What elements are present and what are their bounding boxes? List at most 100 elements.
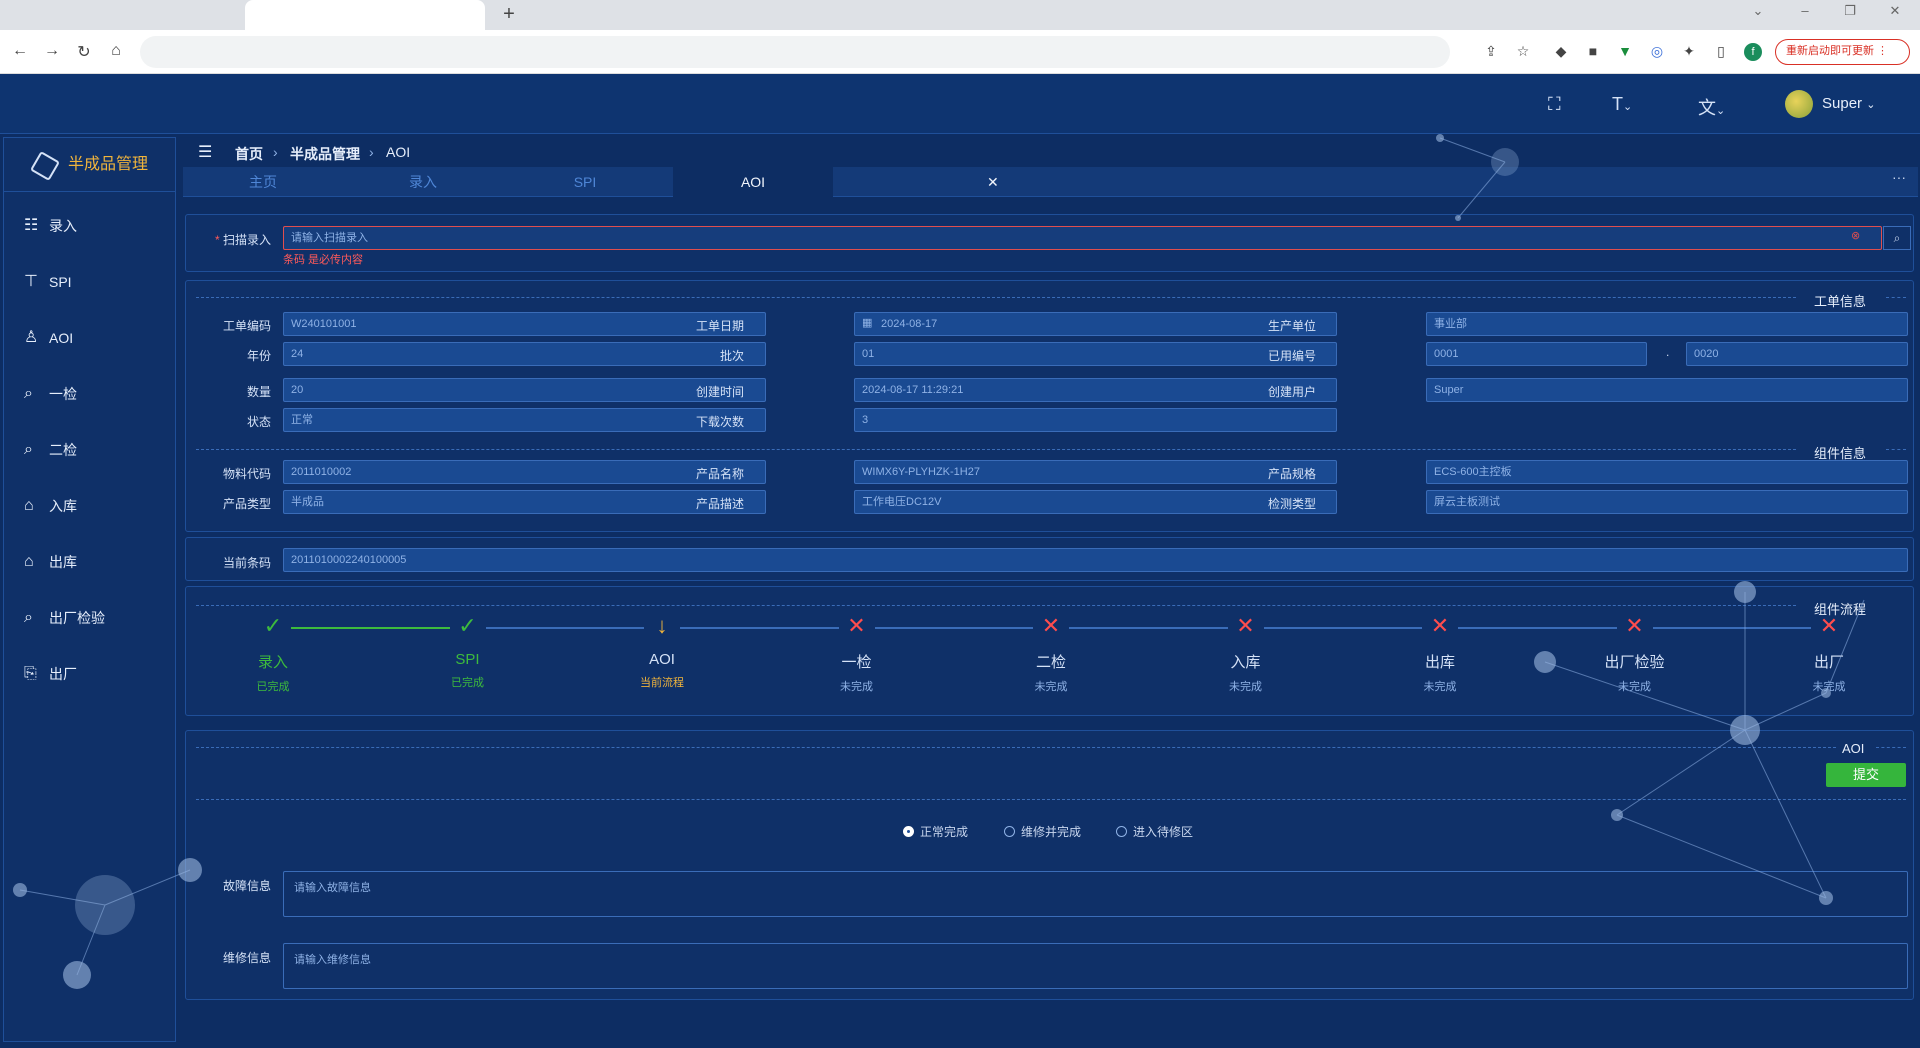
sidebar-item-aoi[interactable]: ♙ AOI xyxy=(4,310,175,366)
radio-label: 正常完成 xyxy=(920,825,969,839)
scan-error: 条码 是必传内容 xyxy=(283,254,364,266)
flow-step-status: 未完成 xyxy=(1812,681,1846,693)
radio-label: 进入待修区 xyxy=(1133,825,1194,839)
inspect-field[interactable]: 屏云主板测试 xyxy=(1426,490,1908,514)
sidebar-item-erjian[interactable]: ⌕ 二检 xyxy=(4,422,175,478)
shipping-icon: ⎘ xyxy=(24,665,37,682)
extension-icon[interactable]: ■ xyxy=(1584,43,1602,61)
flow-step: ✕ 二检 未完成 xyxy=(1011,613,1091,694)
work-order-title: 工单信息 xyxy=(1814,294,1867,309)
flow-step-name: 录入 xyxy=(257,654,288,671)
divider xyxy=(196,799,1906,800)
flow-connector xyxy=(291,627,450,629)
sidebar-item-yijian[interactable]: ⌕ 一检 xyxy=(4,366,175,422)
inspector-icon: ♙ xyxy=(24,329,39,346)
used-no-from-field[interactable]: 0001 xyxy=(1426,342,1647,366)
extension-icon[interactable]: ◆ xyxy=(1552,43,1570,61)
sidebar-item-chuku[interactable]: ⌂ 出库 xyxy=(4,534,175,590)
sidebar-item-factory-inspection[interactable]: ⌕ 出厂检验 xyxy=(4,590,175,646)
tab-search-icon[interactable]: ⌄ xyxy=(1748,3,1768,19)
sidebar-item-label: 出库 xyxy=(49,554,77,570)
check-icon: ✓ xyxy=(263,613,283,638)
flow-step: ✕ 一检 未完成 xyxy=(817,613,897,694)
flow-step-name: 一检 xyxy=(841,654,872,671)
avatar[interactable] xyxy=(1785,90,1813,118)
browser-active-tab[interactable] xyxy=(245,0,485,30)
user-name[interactable]: Super ⌄ xyxy=(1822,95,1875,112)
tab-aoi[interactable]: AOI xyxy=(673,167,833,197)
fullscreen-icon[interactable]: ⛶ xyxy=(1548,94,1561,115)
scan-input[interactable]: 请输入扫描录入 xyxy=(283,226,1882,250)
sidebar-item-spi[interactable]: ⊤ SPI xyxy=(4,254,175,310)
more-icon[interactable]: ··· xyxy=(1892,169,1906,185)
flow-step-name: 出库 xyxy=(1424,654,1455,671)
radio-repair[interactable]: 维修并完成 xyxy=(1004,823,1081,840)
minimize-icon[interactable]: – xyxy=(1795,3,1815,18)
divider xyxy=(1886,297,1906,298)
current-barcode-field[interactable]: 2011010002240100005 xyxy=(283,548,1908,572)
address-bar[interactable] xyxy=(140,36,1450,68)
created-label: 创建时间 xyxy=(695,385,744,399)
extension-icon[interactable]: ◎ xyxy=(1648,43,1666,61)
arrow-down-icon: ↓ xyxy=(656,613,668,638)
forward-icon[interactable]: → xyxy=(42,42,62,60)
material-label: 物料代码 xyxy=(222,467,271,481)
close-window-icon[interactable]: ✕ xyxy=(1885,3,1905,19)
bookmark-star-icon[interactable]: ☆ xyxy=(1514,43,1532,61)
work-order-panel: 工单信息 工单编码 W240101001 工单日期 2024-08-17 ▦ 生… xyxy=(185,280,1914,532)
tab-spi[interactable]: SPI xyxy=(505,167,665,197)
flow-connector xyxy=(1069,627,1228,629)
sidebar-item-label: SPI xyxy=(49,274,72,290)
breadcrumb-home[interactable]: 首页 xyxy=(235,144,263,164)
magnifier-icon: ⌕ xyxy=(24,609,33,626)
scan-label-text: 扫描录入 xyxy=(222,233,271,247)
close-icon[interactable]: ✕ xyxy=(987,174,999,191)
new-tab-icon[interactable]: + xyxy=(498,3,520,25)
search-icon[interactable]: ⌕ xyxy=(1883,226,1911,250)
spec-label: 产品规格 xyxy=(1267,467,1316,481)
radio-normal[interactable]: 正常完成 xyxy=(903,823,968,840)
magnifier-icon: ⌕ xyxy=(24,385,33,402)
repair-textarea[interactable]: 请输入维修信息 xyxy=(283,943,1908,989)
extension-icon[interactable]: ▼ xyxy=(1616,43,1634,61)
check-icon: ✓ xyxy=(458,613,477,638)
profile-avatar[interactable]: f xyxy=(1744,43,1762,61)
sidebar-item-luru[interactable]: ☷ 录入 xyxy=(4,198,175,254)
back-icon[interactable]: ← xyxy=(10,42,30,60)
menu-toggle-icon[interactable]: ☰ xyxy=(198,142,212,162)
flow-step-name: 出厂 xyxy=(1813,654,1844,671)
tab-luru[interactable]: 录入 xyxy=(343,167,503,197)
clear-icon[interactable]: ⊗ xyxy=(1851,229,1860,242)
breadcrumb-parent[interactable]: 半成品管理 xyxy=(290,144,360,164)
flow-connector xyxy=(680,627,839,629)
sidebar-item-shipping[interactable]: ⎘ 出厂 xyxy=(4,646,175,702)
fault-textarea[interactable]: 请输入故障信息 xyxy=(283,871,1908,917)
reload-icon[interactable]: ↻ xyxy=(74,42,94,62)
used-no-to-field[interactable]: 0020 xyxy=(1686,342,1908,366)
divider xyxy=(196,297,1796,298)
divider xyxy=(196,605,1796,606)
puzzle-icon[interactable]: ✦ xyxy=(1680,43,1698,61)
radio-pending[interactable]: 进入待修区 xyxy=(1116,823,1193,840)
flow-step-name: 二检 xyxy=(1035,654,1066,671)
sidebar-item-ruku[interactable]: ⌂ 入库 xyxy=(4,478,175,534)
magnifier-icon: ⌕ xyxy=(24,441,33,458)
share-icon[interactable]: ⇪ xyxy=(1482,43,1500,61)
font-size-icon[interactable]: T⌄ xyxy=(1612,94,1632,115)
tab-home[interactable]: 主页 xyxy=(183,167,343,197)
submit-button[interactable]: 提交 xyxy=(1826,763,1906,787)
language-icon[interactable]: 文⌄ xyxy=(1698,94,1725,120)
side-panel-icon[interactable]: ▯ xyxy=(1712,43,1730,61)
unit-field[interactable]: 事业部 xyxy=(1426,312,1908,336)
creator-field[interactable]: Super xyxy=(1426,378,1908,402)
home-icon[interactable]: ⌂ xyxy=(106,42,126,60)
calendar-icon: ▦ xyxy=(862,317,873,329)
user-name-label: Super xyxy=(1822,95,1863,112)
update-button[interactable]: 重新启动即可更新 ⋮ xyxy=(1775,39,1910,65)
update-label: 重新启动即可更新 xyxy=(1786,45,1874,57)
downloads-field[interactable]: 3 xyxy=(854,408,1337,432)
pdesc-label: 产品描述 xyxy=(695,497,744,511)
breadcrumb-current: AOI xyxy=(386,144,411,160)
spec-field[interactable]: ECS-600主控板 xyxy=(1426,460,1908,484)
restore-icon[interactable]: ❐ xyxy=(1840,3,1860,19)
